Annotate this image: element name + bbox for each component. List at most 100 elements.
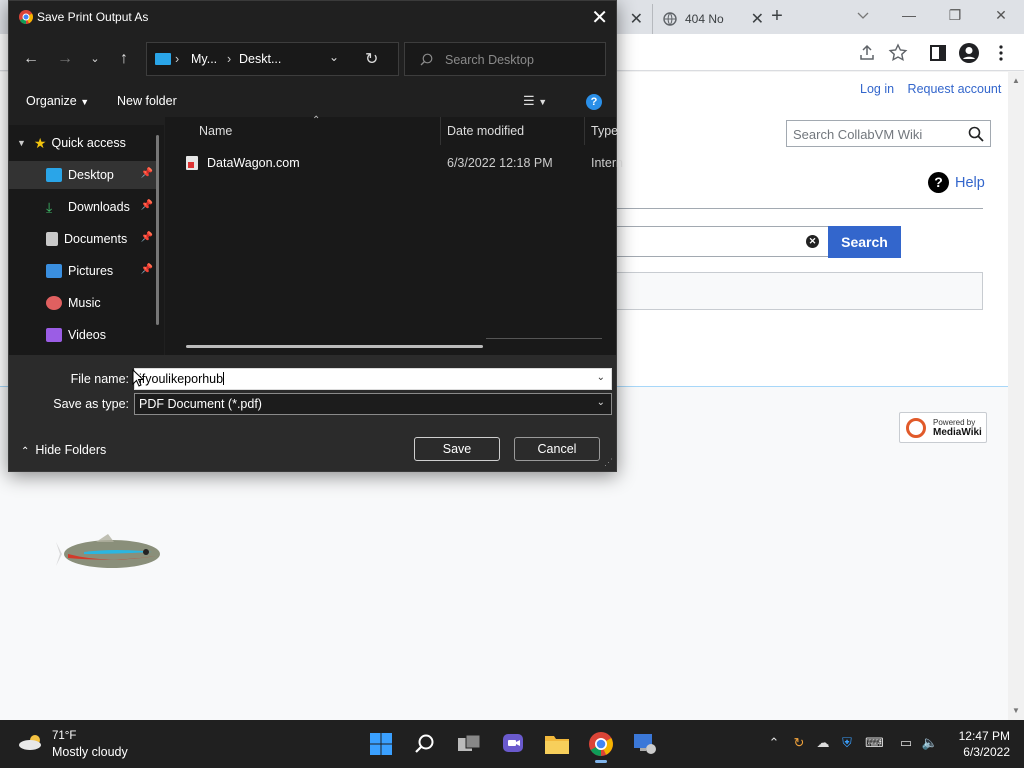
- horizontal-scrollbar[interactable]: [186, 345, 483, 348]
- file-explorer-button[interactable]: [543, 730, 571, 758]
- sidebar-item-quick-access[interactable]: ▼ ★ Quick access: [9, 129, 159, 157]
- dialog-titlebar[interactable]: Save Print Output As ✕: [9, 1, 616, 33]
- save-button[interactable]: Save: [414, 437, 500, 461]
- hide-folders-button[interactable]: ⌃ Hide Folders: [21, 443, 106, 457]
- refresh-icon[interactable]: ↻: [365, 49, 378, 69]
- sort-up-icon: ⌃: [312, 115, 321, 126]
- sidebar-item-label: Documents: [64, 232, 128, 246]
- scroll-down-icon[interactable]: ▼: [1012, 706, 1020, 715]
- start-button[interactable]: [367, 730, 395, 758]
- profile-icon[interactable]: [958, 42, 980, 64]
- music-icon: [46, 296, 62, 310]
- help-icon[interactable]: ?: [586, 94, 602, 110]
- new-tab-button[interactable]: +: [766, 5, 788, 27]
- clear-icon[interactable]: ✕: [806, 235, 819, 248]
- search-icon: [420, 53, 433, 66]
- up-arrow-icon[interactable]: ↑: [114, 49, 134, 69]
- file-row[interactable]: DataWagon.com 6/3/2022 12:18 PM Intern: [165, 149, 623, 177]
- file-name-value: ifyoulikeporhub: [139, 372, 224, 386]
- wiki-search-button[interactable]: Search: [828, 226, 901, 258]
- restore-icon[interactable]: ❐: [933, 4, 977, 30]
- taskbar-clock[interactable]: 12:47 PM 6/3/2022: [948, 728, 1010, 760]
- sidebar-item-downloads[interactable]: ⤓ Downloads 📌: [9, 193, 159, 221]
- organize-button[interactable]: Organize ▼: [26, 94, 89, 108]
- sidebar-item-label: Quick access: [51, 136, 126, 150]
- help-link[interactable]: ? Help: [928, 172, 985, 193]
- tab-close-icon[interactable]: ✕: [630, 9, 643, 29]
- resize-grip-icon[interactable]: ⋰: [604, 457, 613, 468]
- file-name: DataWagon.com: [207, 156, 300, 170]
- sidebar-item-pictures[interactable]: Pictures 📌: [9, 257, 159, 285]
- scroll-up-icon[interactable]: ▲: [1012, 76, 1020, 85]
- save-as-type-select[interactable]: PDF Document (*.pdf) ⌄: [134, 393, 612, 415]
- column-divider[interactable]: [584, 117, 585, 145]
- dialog-bottom-panel: File name: ifyoulikeporhub ⌄ Save as typ…: [9, 355, 616, 471]
- keyboard-icon[interactable]: ⌨: [865, 734, 884, 752]
- forward-arrow-icon[interactable]: →: [55, 49, 75, 69]
- breadcrumb-desktop[interactable]: Deskt...: [239, 52, 281, 66]
- pin-icon: 📌: [140, 168, 153, 179]
- chrome-logo-icon: [589, 732, 613, 756]
- search-icon[interactable]: [968, 126, 984, 142]
- chevron-down-icon[interactable]: ⌄: [597, 397, 605, 408]
- request-account-link[interactable]: Request account: [908, 82, 1002, 96]
- hide-folders-label: Hide Folders: [35, 443, 107, 457]
- remote-app-button[interactable]: [631, 730, 659, 758]
- address-bar[interactable]: › My... › Deskt... ⌄ ↻: [146, 42, 399, 76]
- cancel-button[interactable]: Cancel: [514, 437, 600, 461]
- security-shield-icon[interactable]: ⛨: [838, 734, 856, 752]
- bookmark-star-icon[interactable]: [887, 42, 909, 64]
- page-scrollbar[interactable]: ▲ ▼: [1008, 72, 1024, 720]
- new-folder-button[interactable]: New folder: [117, 94, 177, 108]
- mediawiki-logo-icon: [906, 418, 926, 438]
- browser-tab-404[interactable]: 404 No ✕: [652, 4, 772, 34]
- browser-tab-partial[interactable]: ✕: [617, 4, 651, 34]
- sync-icon[interactable]: ↻: [790, 734, 808, 752]
- wiki-main-search-input[interactable]: ✕: [617, 226, 829, 257]
- side-panel-icon[interactable]: [927, 42, 949, 64]
- column-name-header[interactable]: Name: [199, 124, 232, 138]
- login-link[interactable]: Log in: [860, 82, 894, 96]
- kebab-menu-icon[interactable]: [990, 42, 1012, 64]
- chevron-up-icon[interactable]: ⌃: [765, 734, 783, 752]
- search-desktop-input[interactable]: Search Desktop: [404, 42, 606, 76]
- volume-icon[interactable]: 🔈: [921, 734, 939, 752]
- save-print-output-dialog: Save Print Output As ✕ ← → ⌄ ↑ › My... ›…: [8, 0, 623, 472]
- cloud-offline-icon[interactable]: ☁: [814, 734, 832, 752]
- column-divider[interactable]: [440, 117, 441, 145]
- column-date-header[interactable]: Date modified: [447, 124, 524, 138]
- window-close-icon[interactable]: ✕: [979, 4, 1023, 30]
- network-icon[interactable]: ▭: [897, 734, 915, 752]
- dialog-close-icon[interactable]: ✕: [591, 5, 608, 30]
- help-label: Help: [955, 174, 985, 191]
- recent-locations-chevron-icon[interactable]: ⌄: [85, 49, 105, 69]
- divider: [617, 208, 983, 209]
- chevron-down-icon[interactable]: [854, 6, 872, 24]
- minimize-icon[interactable]: —: [887, 4, 931, 30]
- column-type-header[interactable]: Type: [591, 124, 618, 138]
- powered-by-mediawiki-badge[interactable]: Powered by MediaWiki: [899, 412, 987, 443]
- taskbar-search-button[interactable]: [411, 730, 439, 758]
- file-name-input[interactable]: ifyoulikeporhub ⌄: [134, 368, 612, 390]
- sidebar-item-label: Videos: [68, 328, 106, 342]
- task-view-button[interactable]: [455, 730, 483, 758]
- address-dropdown-icon[interactable]: ⌄: [329, 50, 339, 64]
- sidebar-item-music[interactable]: Music: [9, 289, 159, 317]
- collapse-chevron-icon[interactable]: ▼: [17, 138, 26, 148]
- back-arrow-icon[interactable]: ←: [21, 49, 41, 69]
- share-icon[interactable]: [856, 42, 878, 64]
- tab-close-icon[interactable]: ✕: [751, 9, 764, 29]
- search-icon: [415, 734, 434, 753]
- chrome-taskbar-button[interactable]: [587, 730, 615, 763]
- sidebar-item-videos[interactable]: Videos: [9, 321, 159, 349]
- sidebar-item-documents[interactable]: Documents 📌: [9, 225, 159, 253]
- navpane-scrollbar[interactable]: [156, 135, 159, 325]
- scroll-track: [486, 338, 602, 339]
- breadcrumb-my[interactable]: My...: [191, 52, 217, 66]
- teams-chat-button[interactable]: [499, 730, 527, 758]
- this-pc-icon: [155, 53, 171, 65]
- view-options-icon[interactable]: ☰ ▼: [523, 93, 547, 109]
- chevron-down-icon[interactable]: ⌄: [597, 372, 605, 383]
- wiki-search-input[interactable]: Search CollabVM Wiki: [786, 120, 991, 147]
- sidebar-item-desktop[interactable]: Desktop 📌: [9, 161, 159, 189]
